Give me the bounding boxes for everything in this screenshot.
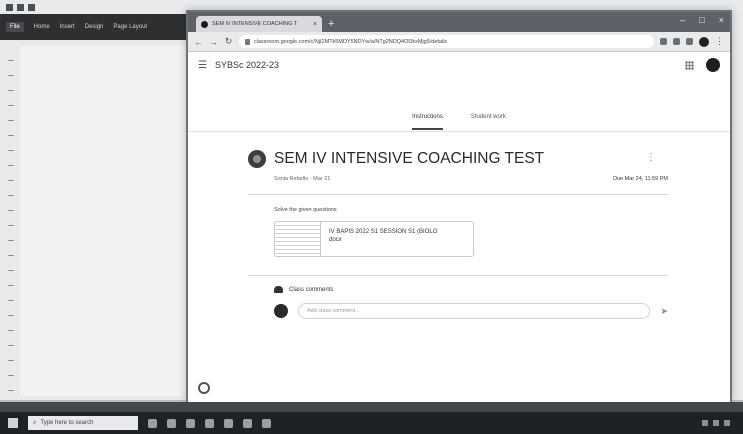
- word-icon[interactable]: [262, 418, 271, 428]
- extension-icon[interactable]: [673, 38, 680, 45]
- task-view-icon[interactable]: [148, 418, 157, 428]
- help-icon[interactable]: [198, 382, 210, 394]
- send-icon[interactable]: ➤: [660, 306, 668, 317]
- assignment-icon: [248, 150, 266, 168]
- lock-icon: [245, 38, 250, 45]
- people-icon: [274, 286, 283, 293]
- vertical-ruler: [8, 46, 14, 396]
- tab-student-work[interactable]: Student work: [471, 114, 506, 130]
- add-comment-row: Add class comment... ➤: [248, 303, 668, 319]
- attachment-info: IV BAPIS 2022 S1 SESSION S1 (BIOLO docx: [321, 222, 445, 256]
- forward-icon[interactable]: →: [209, 37, 218, 47]
- ribbon-tab-file[interactable]: File: [6, 22, 24, 32]
- classroom-header: ☰ SYBSc 2022-23: [188, 52, 730, 78]
- browser-tab-active[interactable]: SEM IV INTENSIVE COACHING T ×: [196, 16, 322, 32]
- store-icon[interactable]: [186, 418, 195, 428]
- close-window-button[interactable]: ×: [719, 15, 724, 25]
- account-avatar[interactable]: [706, 58, 720, 72]
- tab-instructions[interactable]: Instructions: [412, 114, 443, 130]
- classroom-favicon-icon: [201, 20, 208, 28]
- attachment-title: IV BAPIS 2022 S1 SESSION S1 (BIOLO: [329, 229, 438, 235]
- profile-icon[interactable]: [699, 36, 709, 47]
- more-options-icon[interactable]: ⋮: [646, 152, 656, 163]
- comment-input[interactable]: Add class comment...: [298, 303, 651, 319]
- system-tray: [702, 420, 735, 426]
- comments-divider: [248, 275, 668, 276]
- header-divider: [188, 131, 730, 132]
- class-name[interactable]: SYBSc 2022-23: [215, 60, 279, 70]
- back-icon[interactable]: ←: [194, 37, 203, 47]
- document-page[interactable]: [20, 46, 190, 396]
- network-icon[interactable]: [702, 420, 708, 426]
- address-bar[interactable]: classroom.google.com/c/NjI2MTk5MDY5NDYw/…: [239, 35, 654, 48]
- extension-icon[interactable]: [686, 38, 693, 45]
- assignment-post: SEM IV INTENSIVE COACHING TEST ⋮ Sonia R…: [248, 150, 668, 319]
- ribbon-tab-home[interactable]: Home: [34, 24, 50, 30]
- new-tab-button[interactable]: +: [328, 18, 334, 30]
- maximize-button[interactable]: □: [699, 15, 704, 25]
- ribbon-tab-layout[interactable]: Page Layout: [113, 24, 147, 30]
- teacher-date: Sonia Rebello · Mar 21: [274, 176, 331, 182]
- due-date: Due Mar 24, 11:59 PM: [613, 176, 668, 182]
- assignment-instructions: Solve the given questions: [274, 207, 337, 213]
- browser-toolbar: ← → ↻ classroom.google.com/c/NjI2MTk5MDY…: [188, 32, 730, 52]
- bg-titlebar: [0, 0, 200, 14]
- attachment-thumbnail: [275, 222, 321, 256]
- tab-close-icon[interactable]: ×: [313, 21, 317, 28]
- browser-tabbar: SEM IV INTENSIVE COACHING T × + – □ ×: [188, 12, 730, 32]
- post-header: SEM IV INTENSIVE COACHING TEST: [248, 150, 668, 168]
- window-controls: – □ ×: [680, 15, 724, 25]
- redo-icon[interactable]: [28, 3, 35, 11]
- taskbar-search[interactable]: ⌕ Type here to search: [28, 416, 138, 430]
- windows-start-icon[interactable]: [8, 418, 18, 428]
- attachment-card[interactable]: IV BAPIS 2022 S1 SESSION S1 (BIOLO docx: [274, 221, 474, 257]
- undo-icon[interactable]: [17, 3, 24, 11]
- reload-icon[interactable]: ↻: [224, 36, 233, 47]
- file-explorer-icon[interactable]: [167, 418, 176, 428]
- extension-icon[interactable]: [660, 38, 667, 45]
- attachment-type: docx: [329, 237, 342, 244]
- volume-icon[interactable]: [713, 420, 719, 426]
- mail-icon[interactable]: [205, 418, 214, 428]
- ribbon-tab-insert[interactable]: Insert: [60, 24, 75, 30]
- bg-ribbon: File Home Insert Design Page Layout: [0, 14, 200, 40]
- assignment-title: SEM IV INTENSIVE COACHING TEST: [274, 150, 545, 167]
- comment-placeholder: Add class comment...: [307, 308, 360, 314]
- hamburger-menu-icon[interactable]: ☰: [198, 60, 207, 71]
- class-comments-label: Class comments: [289, 286, 334, 293]
- save-icon[interactable]: [6, 3, 13, 11]
- browser-window: SEM IV INTENSIVE COACHING T × + – □ × ← …: [186, 10, 732, 402]
- browser-menu-icon[interactable]: ⋮: [715, 36, 724, 47]
- search-icon: ⌕: [33, 419, 37, 426]
- class-comments-row: Class comments: [248, 286, 668, 293]
- url-text: classroom.google.com/c/NjI2MTk5MDY5NDYw/…: [254, 38, 448, 45]
- tab-title: SEM IV INTENSIVE COACHING T: [212, 21, 298, 27]
- battery-icon[interactable]: [724, 420, 730, 426]
- ribbon-tab-design[interactable]: Design: [85, 24, 104, 30]
- taskbar-row: ⌕ Type here to search: [0, 412, 743, 434]
- minimize-button[interactable]: –: [680, 15, 685, 25]
- apps-grid-icon[interactable]: [685, 60, 694, 70]
- status-strip: [0, 402, 743, 412]
- classroom-page: ☰ SYBSc 2022-23 Instructions Student wor…: [188, 52, 730, 402]
- post-divider: [248, 194, 668, 195]
- post-meta: Sonia Rebello · Mar 21 Due Mar 24, 11:59…: [248, 176, 668, 182]
- taskbar: ⌕ Type here to search: [0, 402, 743, 434]
- user-avatar: [274, 304, 288, 318]
- assignment-tabs: Instructions Student work: [188, 114, 730, 130]
- edge-icon[interactable]: [243, 418, 252, 428]
- chrome-icon[interactable]: [224, 418, 233, 428]
- taskbar-search-placeholder: Type here to search: [40, 420, 94, 426]
